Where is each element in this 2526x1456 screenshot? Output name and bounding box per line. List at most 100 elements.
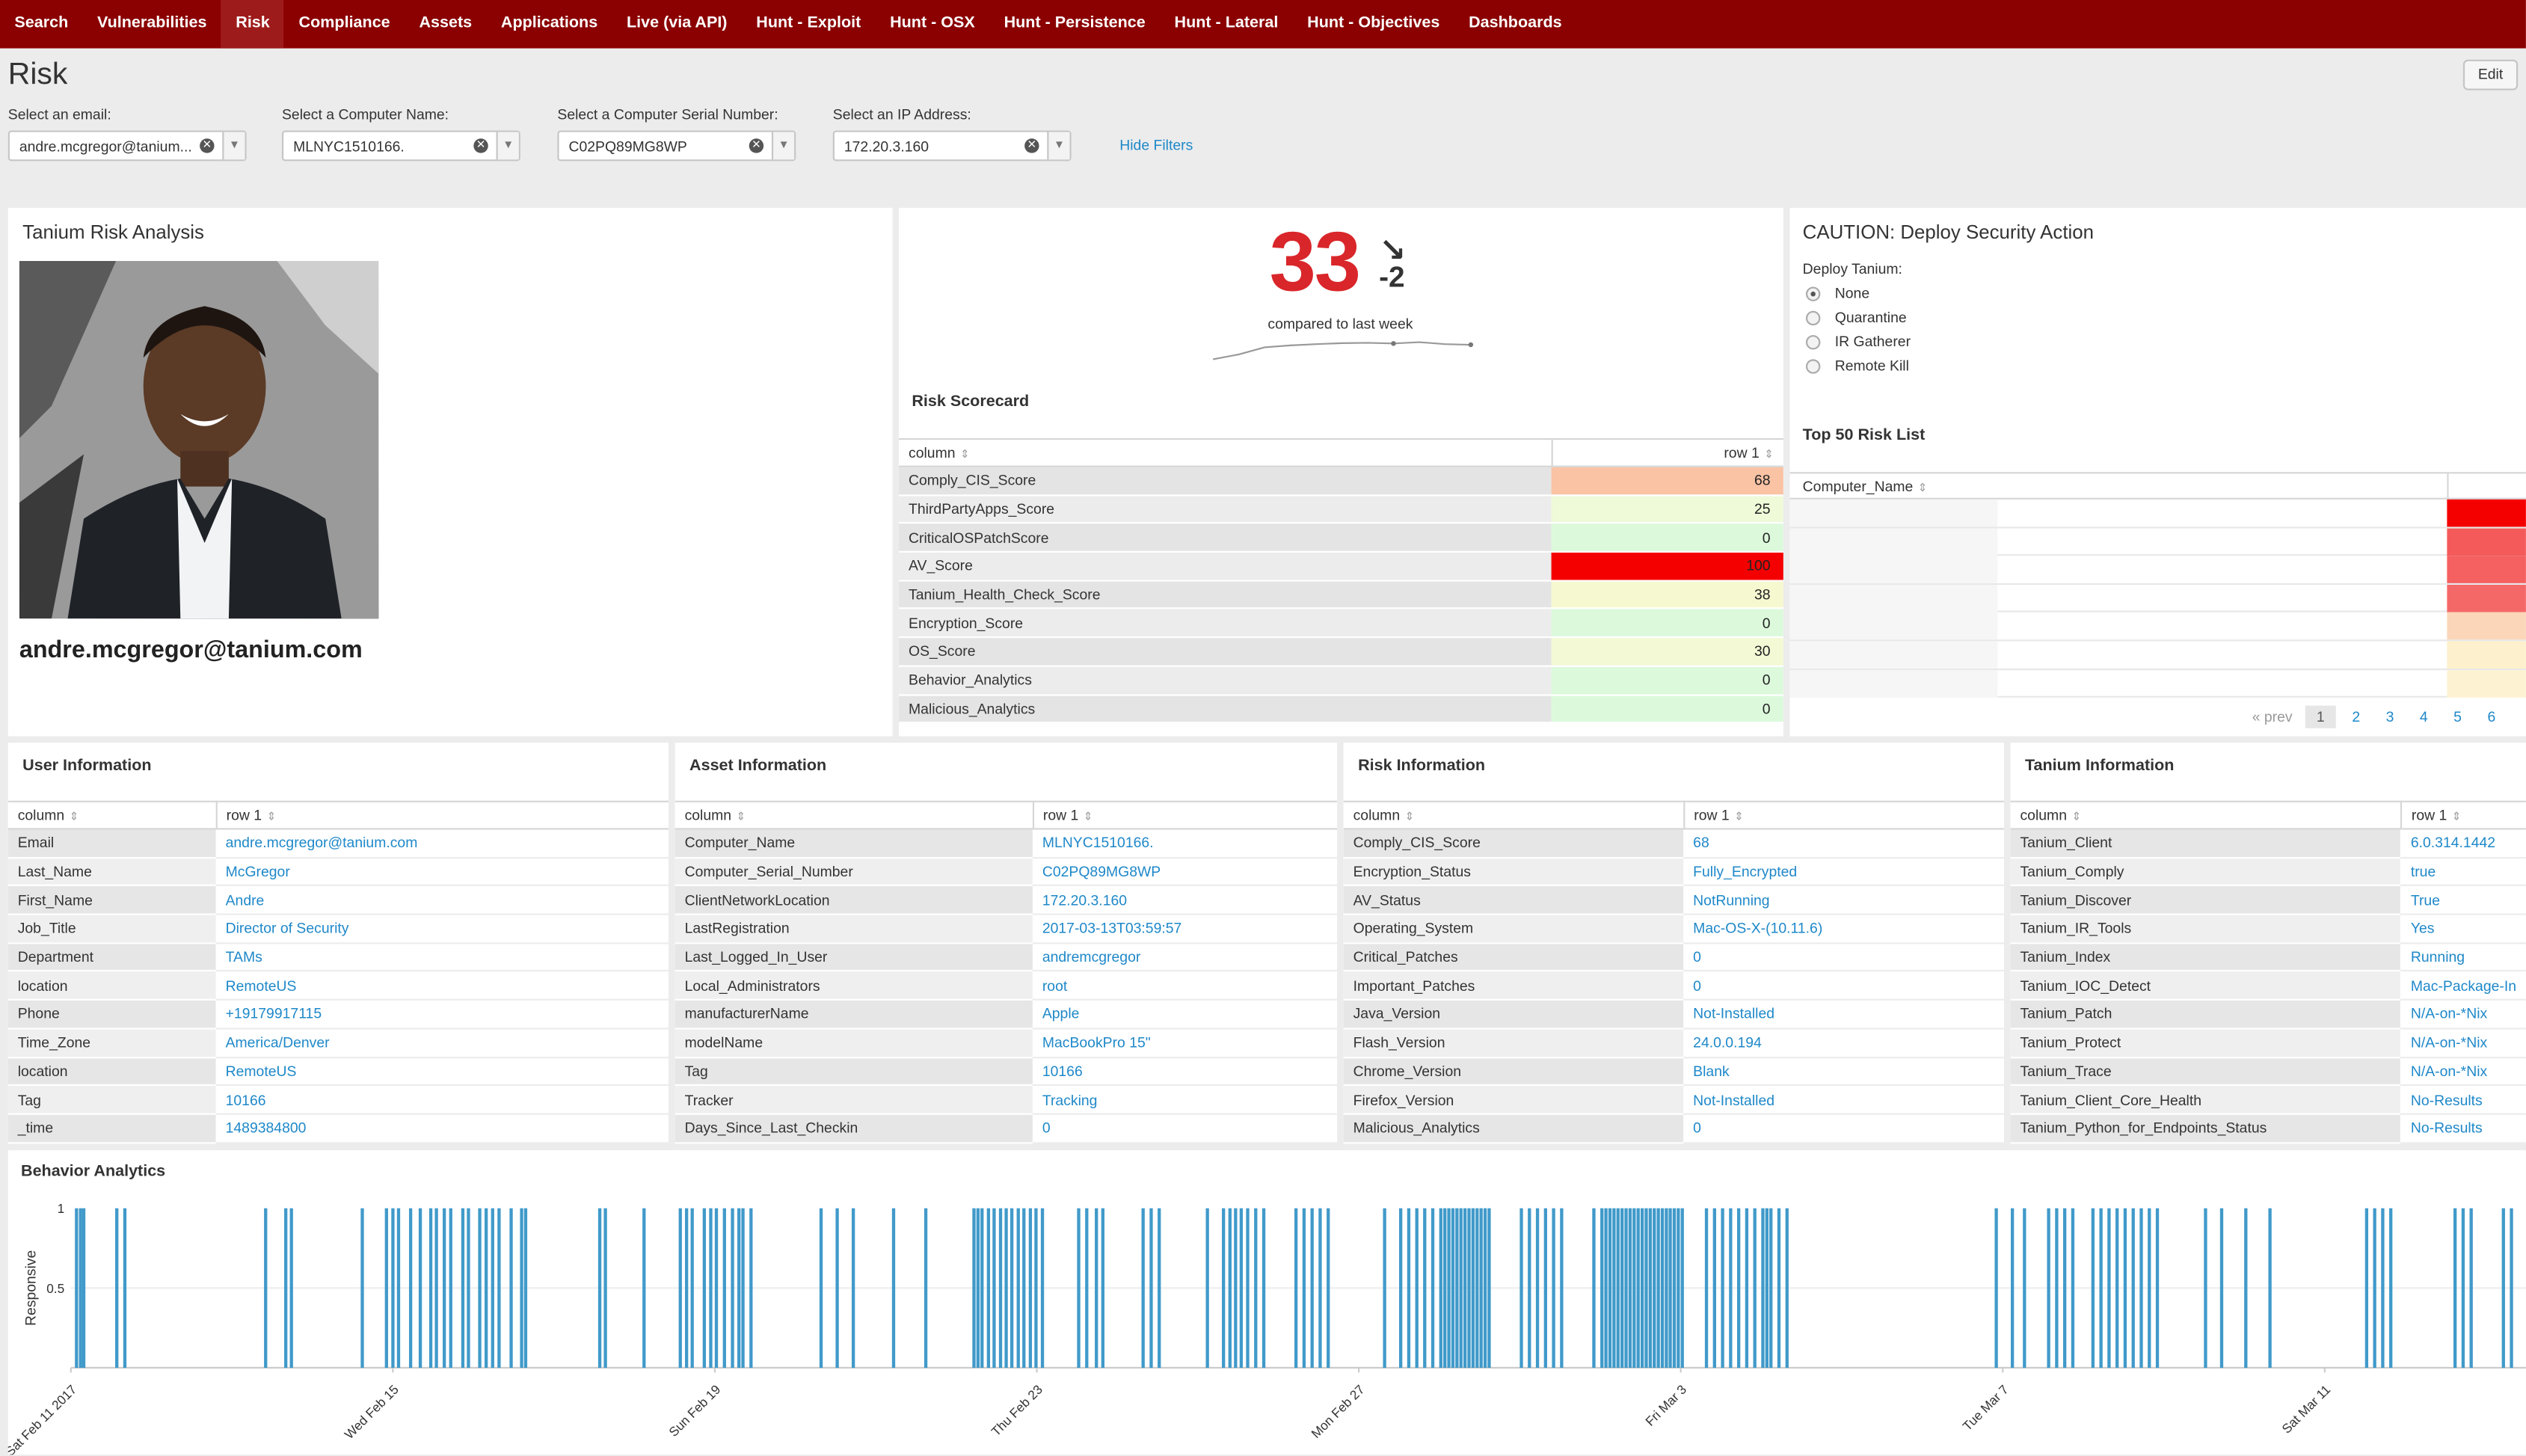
field-value-link[interactable]: 0 bbox=[1683, 971, 2004, 1001]
sort-icon[interactable]: ⇕ bbox=[70, 812, 79, 823]
field-value-link[interactable]: 172.20.3.160 bbox=[1032, 885, 1338, 915]
field-value-link[interactable]: 6.0.314.1442 bbox=[2400, 829, 2526, 858]
top50-row[interactable] bbox=[1789, 612, 2526, 642]
nav-live-via-api[interactable]: Live (via API) bbox=[612, 0, 742, 49]
field-value-link[interactable]: No-Results bbox=[2400, 1085, 2526, 1115]
nav-hunt-persistence[interactable]: Hunt - Persistence bbox=[989, 0, 1160, 49]
pager-page-5[interactable]: 5 bbox=[2453, 709, 2462, 725]
sort-icon[interactable]: ⇕ bbox=[1405, 812, 1415, 823]
top50-row[interactable] bbox=[1789, 669, 2526, 698]
field-value-link[interactable]: Mac-OS-X-(10.11.6) bbox=[1683, 914, 2004, 944]
nav-dashboards[interactable]: Dashboards bbox=[1454, 0, 1576, 49]
pager-page-3[interactable]: 3 bbox=[2386, 709, 2394, 725]
top50-row[interactable] bbox=[1789, 527, 2526, 556]
field-value-link[interactable]: Yes bbox=[2400, 914, 2526, 944]
row-header[interactable]: row 1 ⇕ bbox=[1683, 800, 2004, 830]
sort-icon[interactable]: ⇕ bbox=[2452, 812, 2462, 823]
field-value-link[interactable]: Apple bbox=[1032, 1000, 1338, 1030]
nav-risk[interactable]: Risk bbox=[221, 0, 285, 49]
chevron-down-icon[interactable]: ▼ bbox=[222, 132, 245, 160]
sort-icon[interactable]: ⇕ bbox=[737, 812, 746, 823]
field-value-link[interactable]: NotRunning bbox=[1683, 885, 2004, 915]
top50-row[interactable] bbox=[1789, 584, 2526, 613]
field-value-link[interactable]: 10166 bbox=[215, 1085, 669, 1115]
deploy-option-quarantine[interactable]: Quarantine bbox=[1805, 310, 1911, 325]
row-header[interactable]: row 1 ⇕ bbox=[1032, 800, 1338, 830]
field-value-link[interactable]: Andre bbox=[215, 885, 669, 915]
clear-icon[interactable]: ✕ bbox=[473, 138, 488, 153]
nav-hunt-exploit[interactable]: Hunt - Exploit bbox=[742, 0, 876, 49]
chevron-down-icon[interactable]: ▼ bbox=[1047, 132, 1070, 160]
nav-vulnerabilities[interactable]: Vulnerabilities bbox=[83, 0, 221, 49]
nav-hunt-osx[interactable]: Hunt - OSX bbox=[876, 0, 989, 49]
column-header[interactable]: column ⇕ bbox=[674, 800, 1033, 830]
ip-address-select[interactable]: 172.20.3.160 ✕ ▼ bbox=[832, 130, 1072, 162]
field-value-link[interactable]: McGregor bbox=[215, 857, 669, 887]
deploy-option-ir-gatherer[interactable]: IR Gatherer bbox=[1805, 334, 1911, 349]
field-value-link[interactable]: andre.mcgregor@tanium.com bbox=[215, 829, 669, 858]
field-value-link[interactable]: No-Results bbox=[2400, 1113, 2526, 1143]
column-header[interactable]: column ⇕ bbox=[2010, 800, 2402, 830]
clear-icon[interactable]: ✕ bbox=[200, 138, 215, 153]
field-value-link[interactable]: 0 bbox=[1683, 1113, 2004, 1143]
field-value-link[interactable]: True bbox=[2400, 885, 2526, 915]
field-value-link[interactable]: C02PQ89MG8WP bbox=[1032, 857, 1338, 887]
clear-icon[interactable]: ✕ bbox=[1024, 138, 1039, 153]
computer-name-select[interactable]: MLNYC1510166. ✕ ▼ bbox=[282, 130, 520, 162]
column-header[interactable]: column ⇕ bbox=[7, 800, 217, 830]
radio-button[interactable] bbox=[1805, 334, 1821, 349]
field-value-link[interactable]: RemoteUS bbox=[215, 1057, 669, 1087]
field-value-link[interactable]: Tracking bbox=[1032, 1085, 1338, 1115]
row-header[interactable]: row 1 ⇕ bbox=[2400, 800, 2526, 830]
serial-number-select[interactable]: C02PQ89MG8WP ✕ ▼ bbox=[557, 130, 796, 162]
top50-header[interactable]: Computer_Name ⇕ bbox=[1789, 472, 2526, 500]
field-value-link[interactable]: 2017-03-13T03:59:57 bbox=[1032, 914, 1338, 944]
field-value-link[interactable]: America/Denver bbox=[215, 1028, 669, 1058]
nav-search[interactable]: Search bbox=[0, 0, 83, 49]
email-select[interactable]: andre.mcgregor@tanium... ✕ ▼ bbox=[7, 130, 247, 162]
top50-row[interactable] bbox=[1789, 641, 2526, 670]
nav-hunt-lateral[interactable]: Hunt - Lateral bbox=[1160, 0, 1293, 49]
field-value-link[interactable]: 1489384800 bbox=[215, 1113, 669, 1143]
chevron-down-icon[interactable]: ▼ bbox=[496, 132, 519, 160]
nav-assets[interactable]: Assets bbox=[405, 0, 486, 49]
scorecard-row-header[interactable]: row 1 ⇕ bbox=[1551, 437, 1783, 467]
pager-page-1[interactable]: 1 bbox=[2305, 705, 2336, 728]
field-value-link[interactable]: 0 bbox=[1683, 942, 2004, 972]
nav-compliance[interactable]: Compliance bbox=[284, 0, 405, 49]
field-value-link[interactable]: Not-Installed bbox=[1683, 1000, 2004, 1030]
field-value-link[interactable]: andremcgregor bbox=[1032, 942, 1338, 972]
field-value-link[interactable]: 24.0.0.194 bbox=[1683, 1028, 2004, 1058]
pager-page-4[interactable]: 4 bbox=[2420, 709, 2428, 725]
field-value-link[interactable]: true bbox=[2400, 857, 2526, 887]
sort-icon[interactable]: ⇕ bbox=[2071, 812, 2081, 823]
clear-icon[interactable]: ✕ bbox=[749, 138, 764, 153]
field-value-link[interactable]: Running bbox=[2400, 942, 2526, 972]
field-value-link[interactable]: Not-Installed bbox=[1683, 1085, 2004, 1115]
field-value-link[interactable]: Fully_Encrypted bbox=[1683, 857, 2004, 887]
pager-page-2[interactable]: 2 bbox=[2352, 709, 2360, 725]
field-value-link[interactable]: Director of Security bbox=[215, 914, 669, 944]
radio-button[interactable] bbox=[1805, 358, 1821, 373]
field-value-link[interactable]: 0 bbox=[1032, 1113, 1338, 1143]
nav-hunt-objectives[interactable]: Hunt - Objectives bbox=[1293, 0, 1454, 49]
top50-row[interactable] bbox=[1789, 556, 2526, 585]
field-value-link[interactable]: 10166 bbox=[1032, 1057, 1338, 1087]
field-value-link[interactable]: Mac-Package-In bbox=[2400, 971, 2526, 1001]
deploy-option-remote-kill[interactable]: Remote Kill bbox=[1805, 357, 1911, 374]
top50-row[interactable] bbox=[1789, 499, 2526, 528]
radio-button[interactable] bbox=[1805, 286, 1821, 301]
pager-prev[interactable]: « prev bbox=[2252, 709, 2293, 725]
deploy-option-none[interactable]: None bbox=[1805, 285, 1911, 301]
field-value-link[interactable]: TAMs bbox=[215, 942, 669, 972]
pager-page-6[interactable]: 6 bbox=[2487, 709, 2495, 725]
scorecard-col-header[interactable]: column ⇕ bbox=[899, 437, 1552, 467]
field-value-link[interactable]: Blank bbox=[1683, 1057, 2004, 1087]
hide-filters-link[interactable]: Hide Filters bbox=[1119, 137, 1193, 153]
sort-icon[interactable]: ⇕ bbox=[1734, 812, 1744, 823]
field-value-link[interactable]: N/A-on-*Nix bbox=[2400, 1028, 2526, 1058]
field-value-link[interactable]: N/A-on-*Nix bbox=[2400, 1057, 2526, 1087]
field-value-link[interactable]: MacBookPro 15" bbox=[1032, 1028, 1338, 1058]
column-header[interactable]: column ⇕ bbox=[1343, 800, 1685, 830]
nav-applications[interactable]: Applications bbox=[487, 0, 612, 49]
